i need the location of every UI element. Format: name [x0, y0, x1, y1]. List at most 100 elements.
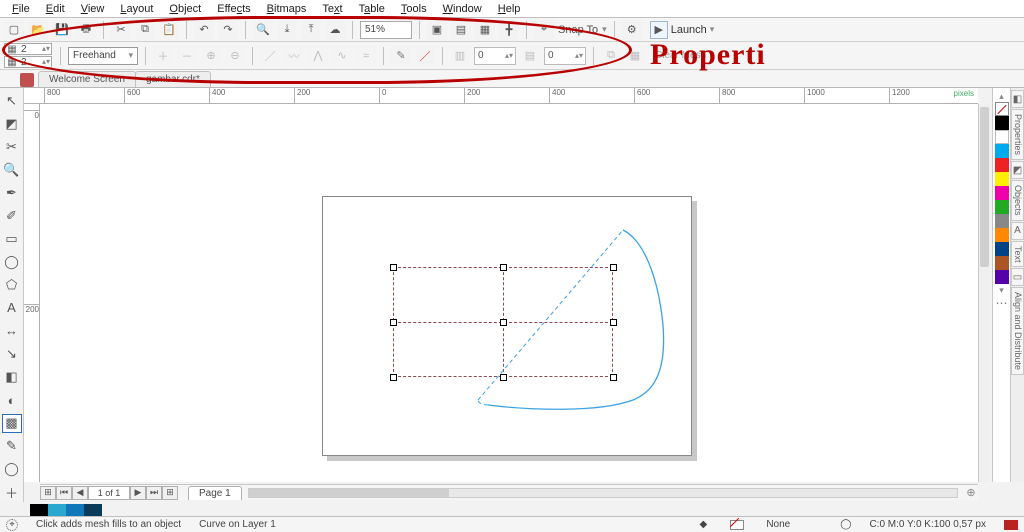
- status-color-swatch[interactable]: [1004, 520, 1018, 530]
- mesh-node[interactable]: [390, 319, 397, 326]
- docker-objects[interactable]: Objects: [1011, 180, 1024, 221]
- doc-swatch[interactable]: [66, 504, 84, 516]
- palette-swatch[interactable]: [995, 214, 1009, 228]
- palette-down-icon[interactable]: ▾: [993, 284, 1010, 296]
- print-icon[interactable]: 🖶: [76, 20, 96, 40]
- docker-align[interactable]: Align and Distribute: [1011, 287, 1024, 375]
- palette-swatch[interactable]: [995, 242, 1009, 256]
- palette-swatch[interactable]: [995, 172, 1009, 186]
- undo-icon[interactable]: ↶: [194, 20, 214, 40]
- quickcustom-icon[interactable]: ＋: [2, 483, 22, 502]
- page-first-icon[interactable]: ⏮: [56, 486, 72, 500]
- docker-properties[interactable]: Properties: [1011, 109, 1024, 160]
- cut-icon[interactable]: ✂: [111, 20, 131, 40]
- freehand-curve[interactable]: [458, 215, 698, 435]
- grid-icon[interactable]: ▦: [475, 20, 495, 40]
- palette-swatch[interactable]: [995, 186, 1009, 200]
- h-grid-field[interactable]: 0▴▾: [474, 47, 516, 65]
- ellipse-tool-icon[interactable]: ◯: [2, 252, 22, 271]
- page-add-icon[interactable]: ⊞: [40, 486, 56, 500]
- zoom-combo[interactable]: 51%: [360, 21, 412, 39]
- menu-help[interactable]: Help: [492, 2, 527, 16]
- smooth-icon[interactable]: ∿: [332, 46, 352, 66]
- menu-table[interactable]: Table: [353, 2, 391, 16]
- copy-mesh-icon[interactable]: ⧉: [601, 46, 621, 66]
- palette-swatch[interactable]: [995, 200, 1009, 214]
- paste-icon[interactable]: 📋: [159, 20, 179, 40]
- menu-layout[interactable]: Layout: [114, 2, 159, 16]
- cusp-icon[interactable]: ⋀: [308, 46, 328, 66]
- palette-swatch[interactable]: [995, 144, 1009, 158]
- meshfill-tool-icon[interactable]: ▩: [2, 414, 22, 433]
- dimension-tool-icon[interactable]: ↔: [2, 321, 22, 340]
- copy-icon[interactable]: ⧉: [135, 20, 155, 40]
- menu-window[interactable]: Window: [437, 2, 488, 16]
- rectangle-tool-icon[interactable]: ▭: [2, 229, 22, 248]
- docker-icon[interactable]: ◧: [1011, 90, 1024, 108]
- docker-text[interactable]: Text: [1011, 241, 1024, 268]
- to-curve-icon[interactable]: 〰: [284, 46, 304, 66]
- docker-icon[interactable]: A: [1011, 222, 1024, 240]
- palette-swatch[interactable]: [995, 270, 1009, 284]
- shape-tool-icon[interactable]: ◩: [2, 114, 22, 133]
- home-tab-icon[interactable]: [20, 73, 34, 87]
- palette-more-icon[interactable]: ⋯: [996, 296, 1008, 310]
- page-counter[interactable]: 1 of 1: [88, 486, 130, 500]
- mesh-cols-field[interactable]: ▦2▴▾: [4, 56, 52, 68]
- outline-tool-icon[interactable]: ◯: [2, 460, 22, 479]
- transparency-tool-icon[interactable]: ◐: [2, 391, 22, 410]
- add-intersect-icon[interactable]: ⊕: [201, 46, 221, 66]
- scrollbar-vertical[interactable]: [978, 104, 990, 482]
- doc-swatch[interactable]: [48, 504, 66, 516]
- page-last-icon[interactable]: ⏭: [146, 486, 162, 500]
- menu-effects[interactable]: Effects: [211, 2, 256, 16]
- page[interactable]: [322, 196, 692, 456]
- menu-view[interactable]: View: [75, 2, 111, 16]
- dropshadow-tool-icon[interactable]: ◧: [2, 368, 22, 387]
- palette-swatch[interactable]: [995, 158, 1009, 172]
- selection-mode-combo[interactable]: Freehand▾: [68, 47, 138, 65]
- docker-icon[interactable]: ▭: [1011, 268, 1024, 286]
- polygon-tool-icon[interactable]: ⬠: [2, 275, 22, 294]
- page-prev-icon[interactable]: ◀: [72, 486, 88, 500]
- to-line-icon[interactable]: ／: [260, 46, 280, 66]
- guides-icon[interactable]: ╋: [499, 20, 519, 40]
- publish-icon[interactable]: ☁: [325, 20, 345, 40]
- doc-swatch[interactable]: [84, 504, 102, 516]
- mesh-rows-field[interactable]: ▦2▴▾: [4, 43, 52, 55]
- doc-swatch[interactable]: [30, 504, 48, 516]
- crop-tool-icon[interactable]: ✂: [2, 137, 22, 156]
- rulers-icon[interactable]: ▤: [451, 20, 471, 40]
- mesh-node[interactable]: [390, 374, 397, 381]
- open-icon[interactable]: 📂: [28, 20, 48, 40]
- add-node-icon[interactable]: ＋: [153, 46, 173, 66]
- export-icon[interactable]: ⤒: [301, 20, 321, 40]
- palette-swatch[interactable]: [995, 116, 1009, 130]
- eyedropper-tool-icon[interactable]: ✎: [2, 437, 22, 456]
- delete-intersect-icon[interactable]: ⊖: [225, 46, 245, 66]
- menu-edit[interactable]: Edit: [40, 2, 71, 16]
- menu-tools[interactable]: Tools: [395, 2, 433, 16]
- palette-up-icon[interactable]: ▴: [993, 90, 1010, 102]
- palette-swatch[interactable]: [995, 256, 1009, 270]
- snap-icon[interactable]: ⌖: [534, 20, 554, 40]
- options-icon[interactable]: ⚙: [622, 20, 642, 40]
- nav-icon[interactable]: ⊕: [964, 486, 978, 499]
- zoom-tool-icon[interactable]: 🔍: [2, 160, 22, 179]
- fullscreen-icon[interactable]: ▣: [427, 20, 447, 40]
- menu-text[interactable]: Text: [316, 2, 348, 16]
- page-tab[interactable]: Page 1: [188, 486, 242, 500]
- fill-icon[interactable]: ◆: [694, 519, 712, 531]
- page-add2-icon[interactable]: ⊞: [162, 486, 178, 500]
- artistic-tool-icon[interactable]: ✐: [2, 206, 22, 225]
- palette-swatch[interactable]: [995, 130, 1009, 144]
- canvas[interactable]: [40, 104, 978, 482]
- menu-file[interactable]: FFileile: [6, 2, 36, 16]
- connector-tool-icon[interactable]: ↘: [2, 345, 22, 364]
- import-icon[interactable]: ⤓: [277, 20, 297, 40]
- save-icon[interactable]: 💾: [52, 20, 72, 40]
- scrollbar-horizontal[interactable]: [248, 488, 958, 498]
- apply-mesh-icon[interactable]: ▦: [625, 46, 645, 66]
- palette-none-swatch[interactable]: [995, 102, 1009, 116]
- search-icon[interactable]: 🔍: [253, 20, 273, 40]
